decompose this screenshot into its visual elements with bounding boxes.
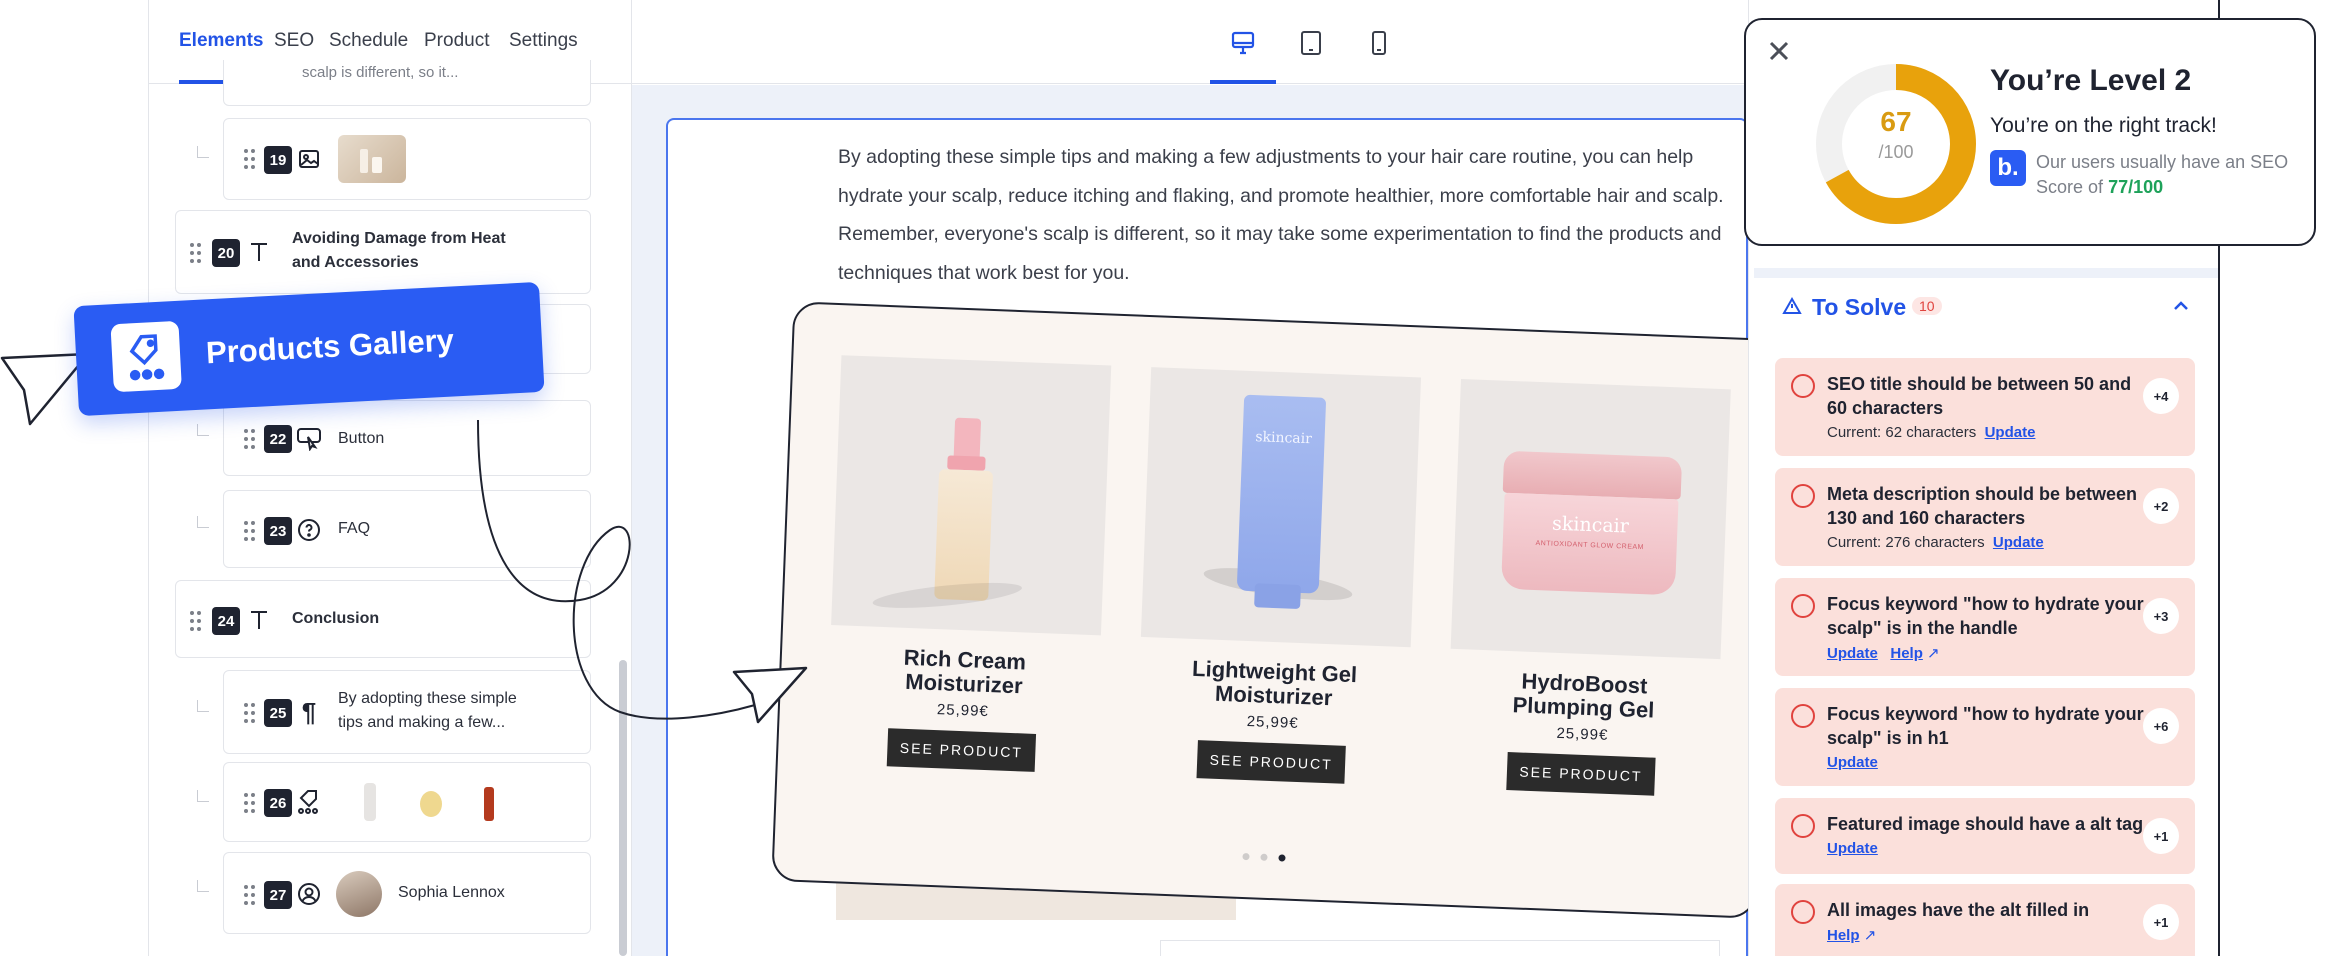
active-device-indicator — [1210, 80, 1276, 84]
issue-card[interactable]: All images have the alt filled in Help ↗… — [1775, 884, 2195, 956]
issue-card[interactable]: Focus keyword "how to hydrate your scalp… — [1775, 578, 2195, 676]
score-badge: +3 — [2143, 598, 2179, 634]
seo-score-max: /100 — [1878, 142, 1914, 162]
product-image: skincair ANTIOXIDANT GLOW CREAM — [1450, 378, 1731, 660]
score-badge: +1 — [2143, 818, 2179, 854]
update-link[interactable]: Update — [1827, 645, 1878, 662]
status-circle-icon — [1791, 484, 1815, 508]
seo-score-value: 67 — [1880, 106, 1912, 137]
mobile-icon[interactable] — [1362, 26, 1396, 60]
issue-links: Update — [1827, 840, 1878, 857]
issue-links: Update Help ↗ — [1827, 644, 1940, 662]
update-link[interactable]: Update — [1993, 534, 2044, 551]
seo-level-card: 67 /100 You’re Level 2 You’re on the rig… — [1744, 18, 2316, 246]
score-badge: +6 — [2143, 708, 2179, 744]
issue-current: Current: 62 characters Update — [1827, 424, 2036, 441]
status-circle-icon — [1791, 594, 1815, 618]
external-link-icon: ↗ — [1863, 927, 1877, 944]
help-link[interactable]: Help — [1890, 645, 1923, 662]
warning-triangle-icon — [1782, 296, 1802, 316]
see-product-button[interactable]: SEE PRODUCT — [1196, 740, 1346, 784]
status-circle-icon — [1791, 900, 1815, 924]
to-solve-count-badge: 10 — [1912, 297, 1942, 315]
tooltip-label: Products Gallery — [205, 322, 455, 371]
score-badge: +2 — [2143, 488, 2179, 524]
update-link[interactable]: Update — [1827, 754, 1878, 771]
issue-title: All images have the alt filled in — [1827, 900, 2090, 920]
issue-card[interactable]: Focus keyword "how to hydrate your scalp… — [1775, 688, 2195, 786]
score-badge: +1 — [2143, 904, 2179, 940]
issue-card[interactable]: Featured image should have a alt tag Upd… — [1775, 798, 2195, 874]
carousel-dot-active[interactable] — [1278, 854, 1286, 862]
product-card[interactable]: skincair Lightweight Gel Moisturizer 25,… — [1136, 367, 1422, 786]
issue-title: Focus keyword "how to hydrate your scalp… — [1827, 704, 2144, 748]
status-circle-icon — [1791, 704, 1815, 728]
average-score-value: 77/100 — [2108, 177, 2164, 197]
average-score-text: Our users usually have an SEO Score of 7… — [2036, 152, 2289, 197]
product-brand: skincair — [1255, 429, 1313, 448]
to-solve-title: To Solve — [1812, 294, 1907, 320]
issue-title: Meta description should be between 130 a… — [1827, 484, 2138, 528]
next-block — [1160, 940, 1720, 956]
chevron-up-icon[interactable] — [2170, 296, 2192, 316]
update-link[interactable]: Update — [1827, 840, 1878, 857]
update-link[interactable]: Update — [1985, 424, 2036, 441]
issue-card[interactable]: SEO title should be between 50 and 60 ch… — [1775, 358, 2195, 456]
cursor-arrow-icon — [732, 666, 808, 724]
cursor-arrow-icon — [0, 352, 90, 426]
status-circle-icon — [1791, 814, 1815, 838]
product-image: skincair — [1140, 367, 1422, 648]
help-link[interactable]: Help — [1827, 927, 1860, 944]
see-product-button[interactable]: SEE PRODUCT — [1506, 752, 1656, 796]
close-icon[interactable] — [1762, 34, 1796, 68]
product-tag-icon — [110, 320, 182, 393]
brand-logo: b. — [1990, 150, 2026, 186]
score-badge: +4 — [2143, 378, 2179, 414]
carousel-dot[interactable] — [1242, 852, 1250, 861]
level-subtitle: You’re on the right track! — [1990, 114, 2217, 137]
issue-title: Featured image should have a alt tag — [1827, 814, 2144, 834]
level-title: You’re Level 2 — [1990, 64, 2192, 97]
carousel-dot[interactable] — [1260, 853, 1268, 861]
desktop-icon[interactable] — [1226, 26, 1260, 60]
connector-line — [0, 352, 808, 724]
status-circle-icon — [1791, 374, 1815, 398]
tablet-icon[interactable] — [1294, 26, 1328, 60]
external-link-icon: ↗ — [1927, 645, 1940, 662]
issue-current: Current: 276 characters Update — [1827, 534, 2044, 551]
issue-title: SEO title should be between 50 and 60 ch… — [1827, 374, 2132, 418]
product-price: 25,99€ — [1556, 724, 1609, 744]
issue-links: Help ↗ — [1827, 926, 1876, 944]
product-card[interactable]: skincair ANTIOXIDANT GLOW CREAM HydroBoo… — [1445, 378, 1731, 798]
product-price: 25,99€ — [1246, 713, 1299, 733]
issue-card[interactable]: Meta description should be between 130 a… — [1775, 468, 2195, 566]
issue-title: Focus keyword "how to hydrate your scalp… — [1827, 594, 2144, 638]
issue-links: Update — [1827, 754, 1878, 771]
